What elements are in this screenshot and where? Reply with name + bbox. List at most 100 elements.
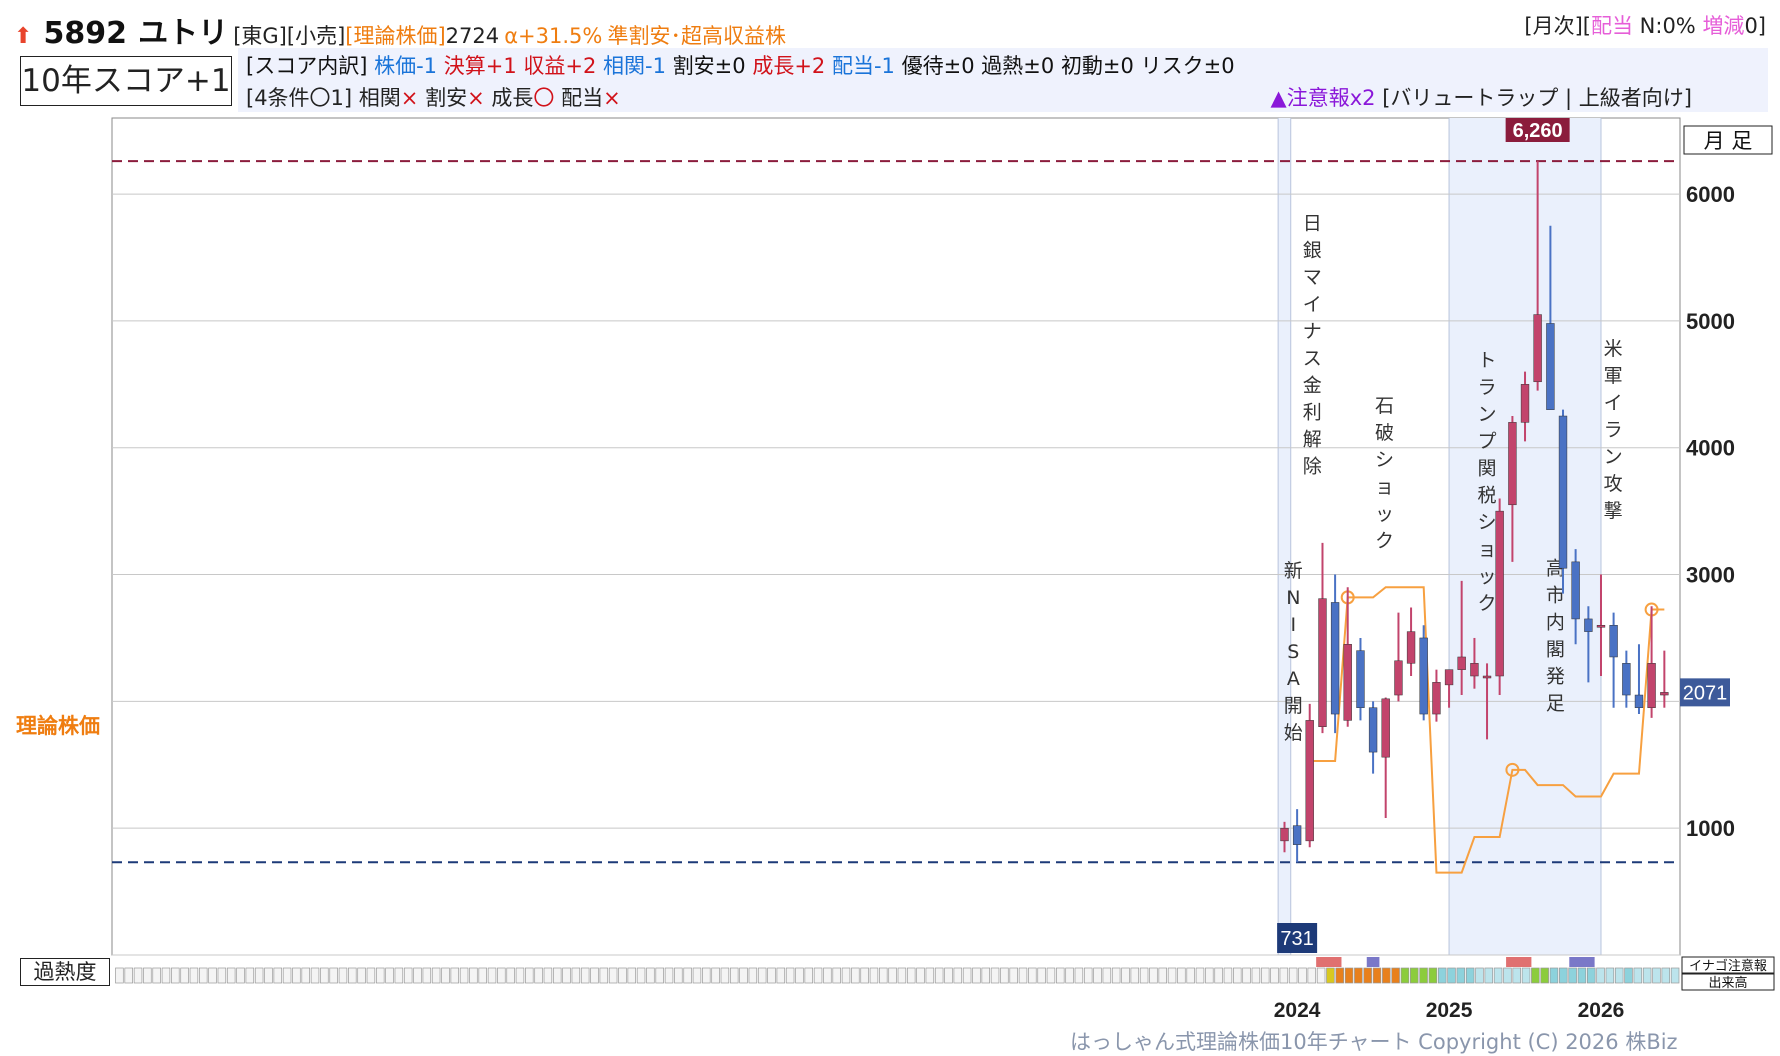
candle-up	[1394, 660, 1403, 696]
inago-mark	[1506, 957, 1532, 967]
overheat-cell	[254, 967, 264, 984]
overheat-cell	[115, 967, 124, 984]
overheat-cell	[1028, 967, 1037, 984]
overheat-cell	[1652, 967, 1661, 984]
overheat-cell	[720, 967, 730, 984]
candle-up	[1381, 698, 1390, 758]
overheat-cell	[851, 967, 860, 984]
candle-down	[1622, 663, 1631, 696]
overheat-cell	[143, 967, 152, 984]
overheat-cell	[990, 967, 1000, 984]
event-label-char: シ	[1375, 449, 1394, 471]
overheat-cell	[348, 967, 357, 984]
overheat-cell	[674, 967, 683, 984]
event-label-char: S	[1287, 641, 1299, 663]
overheat-cell	[394, 967, 404, 984]
overheat-cell	[1130, 967, 1140, 984]
overheat-cell	[506, 967, 515, 984]
overheat-cell	[1670, 967, 1680, 984]
overheat-cell	[618, 967, 627, 984]
overheat-cell	[534, 967, 543, 984]
overheat-cell	[1596, 967, 1605, 984]
overheat-cell	[1484, 967, 1494, 984]
overheat-cell	[1000, 967, 1009, 984]
overheat-cell	[1549, 967, 1559, 984]
overheat-cell	[1102, 967, 1112, 984]
overheat-cell	[981, 967, 991, 984]
overheat-cell	[431, 967, 441, 984]
event-label-char: ッ	[1478, 566, 1497, 588]
overheat-cell	[879, 967, 888, 984]
candle-up	[1596, 625, 1606, 628]
overheat-cell	[729, 967, 739, 984]
event-label-char: 破	[1375, 422, 1394, 444]
candle-down	[1609, 625, 1618, 658]
event-label-char: 始	[1284, 722, 1303, 744]
overheat-cell	[189, 967, 199, 984]
candle-down	[1419, 637, 1428, 715]
overheat-cell	[953, 967, 963, 984]
inago-mark	[1316, 957, 1342, 967]
overheat-cell	[1083, 967, 1093, 984]
overheat-cell	[1279, 967, 1289, 984]
candle-up	[1457, 656, 1466, 670]
overheat-cell	[403, 967, 413, 984]
overheat-cell	[525, 967, 534, 984]
overheat-cell	[934, 967, 944, 984]
overheat-cell	[1447, 967, 1456, 984]
overheat-cell	[1661, 967, 1671, 984]
candle-down	[1571, 561, 1580, 620]
overheat-cell	[1531, 967, 1540, 984]
candle-down	[1292, 825, 1302, 845]
candle-up	[1343, 644, 1352, 721]
event-label-char: マ	[1303, 267, 1322, 289]
event-label-char: 軍	[1604, 365, 1623, 387]
volume-label: 出来高	[1708, 975, 1747, 991]
overheat-cell	[497, 967, 506, 984]
overheat-cell	[711, 967, 720, 984]
overheat-cell	[897, 967, 907, 984]
overheat-cell	[1177, 967, 1186, 984]
overheat-cell	[338, 967, 348, 984]
event-label-char: 内	[1546, 612, 1565, 634]
overheat-cell	[1382, 967, 1391, 984]
overheat-cell	[1568, 967, 1577, 984]
overheat-cell	[441, 967, 450, 984]
event-label-char: 足	[1546, 693, 1565, 715]
overheat-cell	[1493, 967, 1503, 984]
overheat-cell	[1400, 967, 1410, 984]
overheat-cell	[385, 967, 394, 984]
candle-up	[1444, 669, 1454, 686]
event-label-char: ス	[1303, 348, 1322, 370]
event-label-char: 新	[1284, 560, 1303, 582]
overheat-cell	[422, 967, 432, 984]
plot-area	[111, 117, 1681, 956]
candle-down	[1558, 415, 1568, 569]
overheat-cell	[450, 967, 460, 984]
overheat-cell	[692, 967, 702, 984]
event-label-char: 利	[1303, 402, 1322, 424]
event-label-char: A	[1287, 668, 1300, 690]
overheat-cell	[1428, 967, 1438, 984]
overheat-cell	[320, 967, 329, 984]
overheat-cell	[1139, 967, 1149, 984]
overheat-cell	[1512, 967, 1521, 984]
event-label-char: 関	[1478, 458, 1497, 480]
y-tick-label: 5000	[1686, 309, 1735, 334]
overheat-cell	[1605, 967, 1615, 984]
overheat-cell	[1326, 967, 1335, 984]
event-label-char: 日	[1303, 213, 1322, 235]
overheat-cell	[1065, 967, 1074, 984]
overheat-cell	[636, 967, 646, 984]
candle-down	[1368, 707, 1378, 753]
overheat-cell	[1037, 967, 1046, 984]
overheat-cell	[1344, 967, 1354, 984]
overheat-cell	[1372, 967, 1382, 984]
candle-down	[1546, 323, 1555, 410]
overheat-cell	[1093, 967, 1102, 984]
overheat-cell	[860, 967, 869, 984]
overheat-cell	[469, 967, 478, 984]
overheat-cell	[1363, 967, 1372, 984]
candle-up	[1520, 384, 1530, 423]
event-label-char: 発	[1546, 666, 1565, 688]
